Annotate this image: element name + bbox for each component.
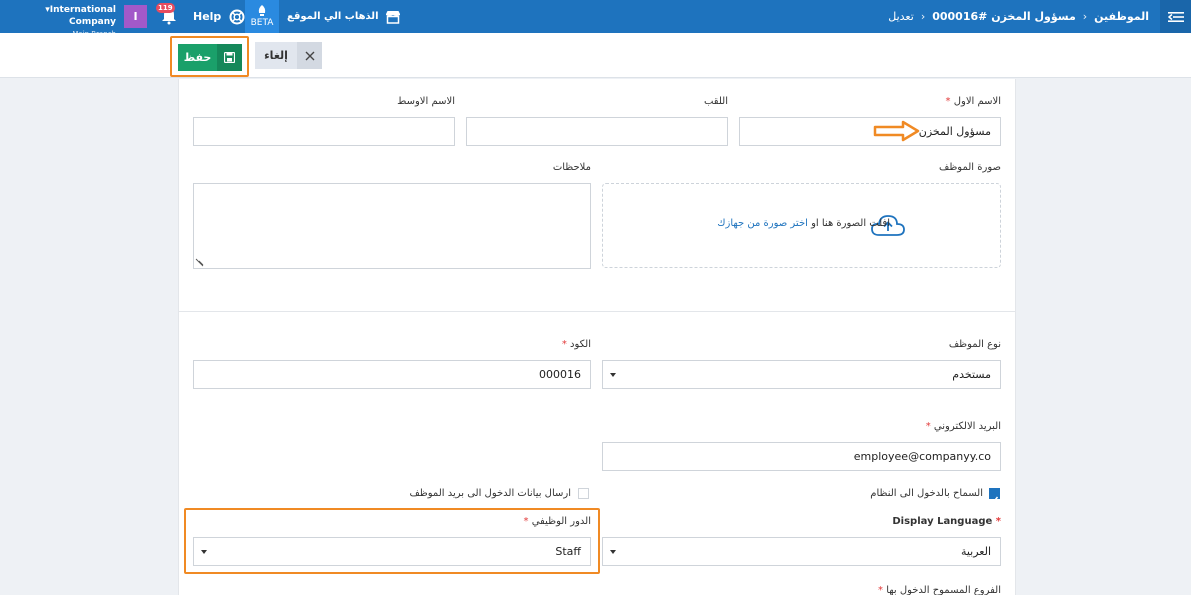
chevron-icon: › bbox=[1082, 10, 1088, 23]
notifications-badge: 119 bbox=[156, 3, 175, 13]
allowed-branches-label: الفروع المسموح الدخول بها * bbox=[878, 585, 1001, 595]
allow-login-label: السماح بالدخول الى النظام bbox=[870, 488, 983, 499]
cancel-label: إلغاء bbox=[264, 49, 288, 62]
send-credentials-checkbox[interactable] bbox=[578, 488, 589, 499]
display-language-label: * Display Language bbox=[892, 516, 1001, 527]
caret-down-icon bbox=[610, 550, 616, 554]
save-highlight: حفظ bbox=[170, 36, 249, 77]
code-label: الكود * bbox=[561, 339, 591, 350]
first-name-label: الاسم الاول * bbox=[945, 96, 1001, 107]
close-icon bbox=[297, 42, 322, 69]
notes-label: ملاحظات bbox=[552, 162, 591, 173]
visit-site-label: الذهاب الي الموقع bbox=[287, 11, 379, 22]
job-role-select[interactable]: Staff bbox=[193, 537, 591, 566]
employee-type-select[interactable]: مستخدم bbox=[602, 360, 1001, 389]
breadcrumb-employees[interactable]: الموظفين bbox=[1094, 10, 1149, 23]
arrow-right-icon bbox=[873, 120, 920, 142]
lifebuoy-icon bbox=[229, 9, 245, 24]
top-bar: الموظفين › مسؤول المخزن #000016 › تعديل … bbox=[0, 0, 1191, 38]
save-label: حفظ bbox=[183, 51, 212, 64]
middle-name-input[interactable] bbox=[193, 117, 455, 146]
first-name-input[interactable]: مسؤول المخزن bbox=[739, 117, 1001, 146]
title-label: اللقب bbox=[703, 96, 728, 107]
beta-label: BETA bbox=[250, 18, 274, 28]
code-input[interactable]: 000016 bbox=[193, 360, 591, 389]
section-divider bbox=[178, 311, 1016, 312]
floppy-disk-icon bbox=[217, 44, 242, 71]
notifications-button[interactable]: 119 bbox=[156, 3, 180, 27]
help-label: Help bbox=[193, 10, 222, 23]
action-bar: حفظ إلغاء bbox=[0, 33, 1191, 78]
caret-down-icon bbox=[610, 373, 616, 377]
resize-handle-icon[interactable] bbox=[195, 258, 204, 267]
display-language-value: العربية bbox=[960, 545, 991, 558]
photo-label: صورة الموظف bbox=[939, 162, 1001, 173]
display-language-select[interactable]: العربية bbox=[602, 537, 1001, 566]
breadcrumb-employee[interactable]: مسؤول المخزن #000016 bbox=[932, 10, 1076, 23]
visit-site-link[interactable]: الذهاب الي الموقع bbox=[287, 0, 401, 33]
company-name: International Company bbox=[49, 5, 116, 27]
breadcrumb: الموظفين › مسؤول المخزن #000016 › تعديل bbox=[888, 0, 1149, 33]
user-avatar[interactable]: I bbox=[124, 5, 147, 28]
menu-toggle-button[interactable] bbox=[1160, 0, 1191, 33]
job-role-label: الدور الوظيفي * bbox=[523, 516, 591, 527]
help-link[interactable]: Help bbox=[193, 0, 245, 33]
notes-textarea[interactable] bbox=[193, 183, 591, 269]
middle-name-label: الاسم الاوسط bbox=[397, 96, 455, 107]
choose-photo-link[interactable]: اختر صورة من جهازك bbox=[717, 218, 808, 229]
send-credentials-label: ارسال بيانات الدخول الى بريد الموظف bbox=[409, 488, 571, 499]
check-icon bbox=[990, 496, 999, 503]
menu-toggle-icon bbox=[1167, 11, 1184, 22]
caret-down-icon bbox=[201, 550, 207, 554]
email-input[interactable]: employee@companyy.co bbox=[602, 442, 1001, 471]
allow-login-checkbox[interactable] bbox=[989, 488, 1000, 503]
employee-type-label: نوع الموظف bbox=[948, 339, 1001, 350]
breadcrumb-edit: تعديل bbox=[888, 10, 914, 23]
job-role-value: Staff bbox=[555, 545, 581, 558]
beta-badge[interactable]: BETA bbox=[245, 0, 279, 33]
email-label: البريد الالكتروني * bbox=[925, 421, 1001, 432]
photo-dropzone[interactable]: افلت الصورة هنا او اختر صورة من جهازك bbox=[602, 183, 1001, 268]
dropzone-text: افلت الصورة هنا او اختر صورة من جهازك bbox=[717, 218, 890, 229]
title-input[interactable] bbox=[466, 117, 728, 146]
employee-type-value: مستخدم bbox=[952, 368, 991, 381]
cancel-button[interactable]: إلغاء bbox=[255, 42, 322, 69]
chevron-icon: › bbox=[920, 10, 926, 23]
store-icon bbox=[385, 10, 400, 24]
save-button[interactable]: حفظ bbox=[178, 44, 242, 71]
rocket-icon bbox=[258, 5, 266, 16]
